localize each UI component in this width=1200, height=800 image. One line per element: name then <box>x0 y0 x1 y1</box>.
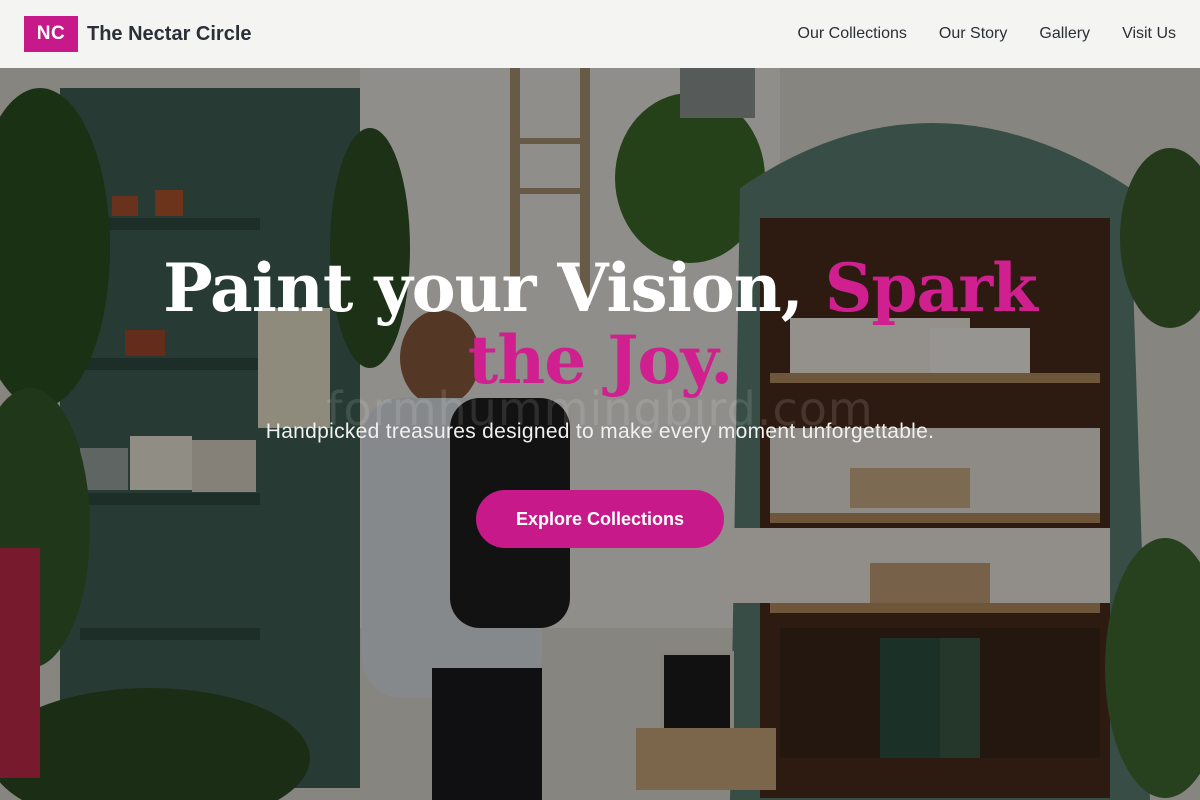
nav-link-our-collections[interactable]: Our Collections <box>798 25 907 43</box>
brand-name[interactable]: The Nectar Circle <box>87 23 252 46</box>
brand[interactable]: NC The Nectar Circle <box>24 16 252 52</box>
logo-badge[interactable]: NC <box>24 16 78 52</box>
nav-link-visit-us[interactable]: Visit Us <box>1122 25 1176 43</box>
explore-collections-button[interactable]: Explore Collections <box>476 490 724 548</box>
hero-subtitle: Handpicked treasures designed to make ev… <box>265 420 935 443</box>
nav-link-our-story[interactable]: Our Story <box>939 25 1007 43</box>
hero-section: formhummingbird.com Paint your Vision, S… <box>0 68 1200 800</box>
main-nav: Our Collections Our Story Gallery Visit … <box>798 25 1176 43</box>
hero-headline: Paint your Vision, Spark the Joy. <box>100 252 1100 396</box>
nav-link-gallery[interactable]: Gallery <box>1039 25 1090 43</box>
site-header: NC The Nectar Circle Our Collections Our… <box>0 0 1200 68</box>
headline-part-1: Paint your Vision, <box>163 249 804 327</box>
